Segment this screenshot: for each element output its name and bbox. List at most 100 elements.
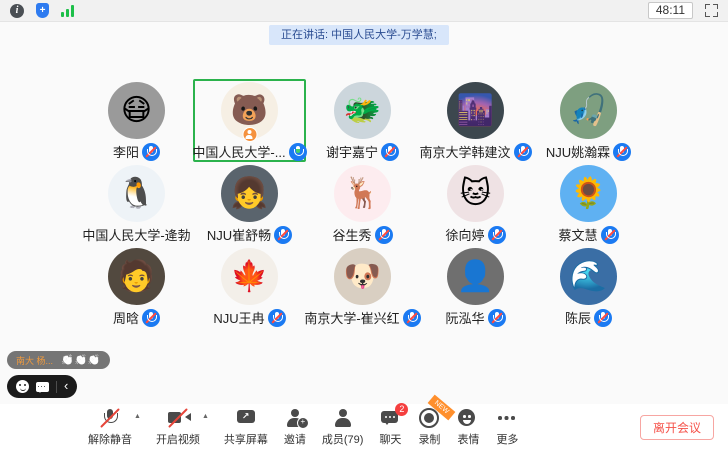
participant-grid: 😷 李阳 🐻 中国人民大学-... 🐲 谢宇嘉宁 🌆 — [80, 79, 648, 328]
camera-off-icon — [166, 408, 190, 428]
mic-status-icon — [274, 226, 292, 244]
toolbar-item-label: 解除静音 — [88, 431, 132, 447]
mic-status-icon — [594, 309, 612, 327]
participant-tile[interactable]: 🐧 中国人民大学-逄勃 — [80, 162, 193, 245]
host-badge-icon — [242, 127, 257, 142]
toolbar-items: 解除静音 ▲ 开启视频 ▲ 共享屏幕 — [88, 408, 519, 447]
avatar: 🐶 — [334, 248, 391, 305]
caret-up-icon[interactable]: ▲ — [202, 413, 209, 420]
mic-status-icon — [142, 143, 160, 161]
mic-status-icon — [403, 309, 421, 327]
avatar: 🌻 — [560, 165, 617, 222]
participant-name: 陈辰 — [565, 308, 591, 327]
toolbar-item-record[interactable]: NEW 录制 — [417, 408, 441, 447]
mic-status-icon — [289, 143, 307, 161]
clap-emojis: 👏👏👏 — [61, 355, 101, 366]
participant-name: 阮泓华 — [445, 308, 484, 327]
toolbar-item-label: 共享屏幕 — [224, 431, 268, 447]
invite-icon — [283, 408, 307, 428]
toolbar-item-label: 聊天 — [379, 431, 401, 447]
caret-up-icon[interactable]: ▲ — [134, 413, 141, 420]
toolbar-item-more[interactable]: 更多 — [495, 408, 519, 447]
meeting-window: 48:11 正在讲话: 中国人民大学-万学慧; 😷 李阳 🐻 中国人民大学-..… — [0, 0, 728, 452]
avatar: 🦌 — [334, 165, 391, 222]
participant-tile[interactable]: 🧑 周晗 — [80, 245, 193, 328]
toolbar-item-invite[interactable]: 邀请 — [283, 408, 307, 447]
leave-meeting-button[interactable]: 离开会议 — [640, 415, 714, 440]
participant-name: 中国人民大学-... — [192, 142, 285, 161]
participant-name: 徐向婷 — [445, 225, 484, 244]
speaking-banner: 正在讲话: 中国人民大学-万学慧; — [269, 25, 449, 45]
avatar: 🌆 — [447, 82, 504, 139]
meeting-timer: 48:11 — [648, 2, 693, 19]
mic-status-icon — [375, 226, 393, 244]
quick-reaction-bar: ‹ — [7, 375, 77, 398]
info-icon[interactable] — [10, 4, 24, 18]
avatar: 🐲 — [334, 82, 391, 139]
participant-name: 南京大学-崔兴红 — [304, 308, 399, 327]
toolbar-item-members[interactable]: 成员(79) — [322, 408, 364, 447]
toolbar-item-label: 录制 — [418, 431, 440, 447]
toolbar-item-video[interactable]: 开启视频 — [156, 408, 200, 447]
participant-tile[interactable]: 😷 李阳 — [80, 79, 193, 162]
avatar: 😷 — [108, 82, 165, 139]
avatar: 🐱 — [447, 165, 504, 222]
mic-muted-icon — [98, 408, 122, 428]
participant-name: 蔡文慧 — [558, 225, 597, 244]
participant-name: 谷生秀 — [332, 225, 371, 244]
shield-plus-icon[interactable] — [36, 3, 49, 18]
toolbar-item-label: 邀请 — [284, 431, 306, 447]
participant-tile[interactable]: 🌊 陈辰 — [532, 245, 645, 328]
divider — [56, 381, 57, 393]
network-signal-icon[interactable] — [61, 5, 74, 17]
avatar: 🐻 — [221, 82, 278, 139]
participant-name: NJU王冉 — [213, 308, 264, 327]
mic-status-icon — [488, 226, 506, 244]
mic-status-icon — [268, 309, 286, 327]
avatar: 👧 — [221, 165, 278, 222]
fullscreen-icon[interactable] — [705, 4, 718, 17]
smiley-reaction-icon[interactable] — [16, 380, 29, 393]
mic-status-icon — [488, 309, 506, 327]
mic-status-icon — [601, 226, 619, 244]
toolbar-item-chat[interactable]: 2 聊天 — [378, 408, 402, 447]
avatar: 🐧 — [108, 165, 165, 222]
speaking-banner-text: 正在讲话: 中国人民大学-万学慧; — [281, 29, 437, 41]
more-icon — [495, 408, 519, 428]
participant-name: 谢宇嘉宁 — [326, 142, 378, 161]
toolbar-item-unmute[interactable]: 解除静音 — [88, 408, 132, 447]
participant-tile[interactable]: 🍁 NJU王冉 — [193, 245, 306, 328]
reaction-caption: 南大 杨... 👏👏👏 — [7, 351, 110, 369]
topbar: 48:11 — [0, 0, 728, 22]
toolbar-item-label: 开启视频 — [156, 431, 200, 447]
emoji-icon — [456, 408, 480, 428]
chat-bubble-icon[interactable] — [36, 382, 49, 392]
participant-name: NJU姚瀚霖 — [546, 142, 610, 161]
screen-share-icon — [234, 408, 258, 428]
avatar: 🌊 — [560, 248, 617, 305]
collapse-chevron-icon[interactable]: ‹ — [64, 379, 68, 392]
participant-name: 李阳 — [113, 142, 139, 161]
toolbar-item-share[interactable]: 共享屏幕 — [224, 408, 268, 447]
participant-tile[interactable]: 🐶 南京大学-崔兴红 — [306, 245, 419, 328]
reaction-sender-name: 南大 杨... — [16, 354, 53, 367]
toolbar-item-emoji[interactable]: 表情 — [456, 408, 480, 447]
participant-tile[interactable]: 🌆 南京大学韩建汶 — [419, 79, 532, 162]
mic-status-icon — [514, 143, 532, 161]
mic-status-icon — [613, 143, 631, 161]
participant-tile[interactable]: 👧 NJU崔舒畅 — [193, 162, 306, 245]
avatar: 🧑 — [108, 248, 165, 305]
mic-status-icon — [381, 143, 399, 161]
participant-tile[interactable]: 🐲 谢宇嘉宁 — [306, 79, 419, 162]
avatar: 👤 — [447, 248, 504, 305]
participant-tile[interactable]: 🐱 徐向婷 — [419, 162, 532, 245]
participant-tile[interactable]: 🌻 蔡文慧 — [532, 162, 645, 245]
toolbar-item-label: 成员(79) — [322, 431, 364, 447]
participant-tile[interactable]: 🦌 谷生秀 — [306, 162, 419, 245]
participant-name: 中国人民大学-逄勃 — [82, 225, 190, 244]
participant-tile[interactable]: 🐻 中国人民大学-... — [193, 79, 306, 162]
participant-tile[interactable]: 🎣 NJU姚瀚霖 — [532, 79, 645, 162]
participant-tile[interactable]: 👤 阮泓华 — [419, 245, 532, 328]
avatar: 🎣 — [560, 82, 617, 139]
avatar: 🍁 — [221, 248, 278, 305]
